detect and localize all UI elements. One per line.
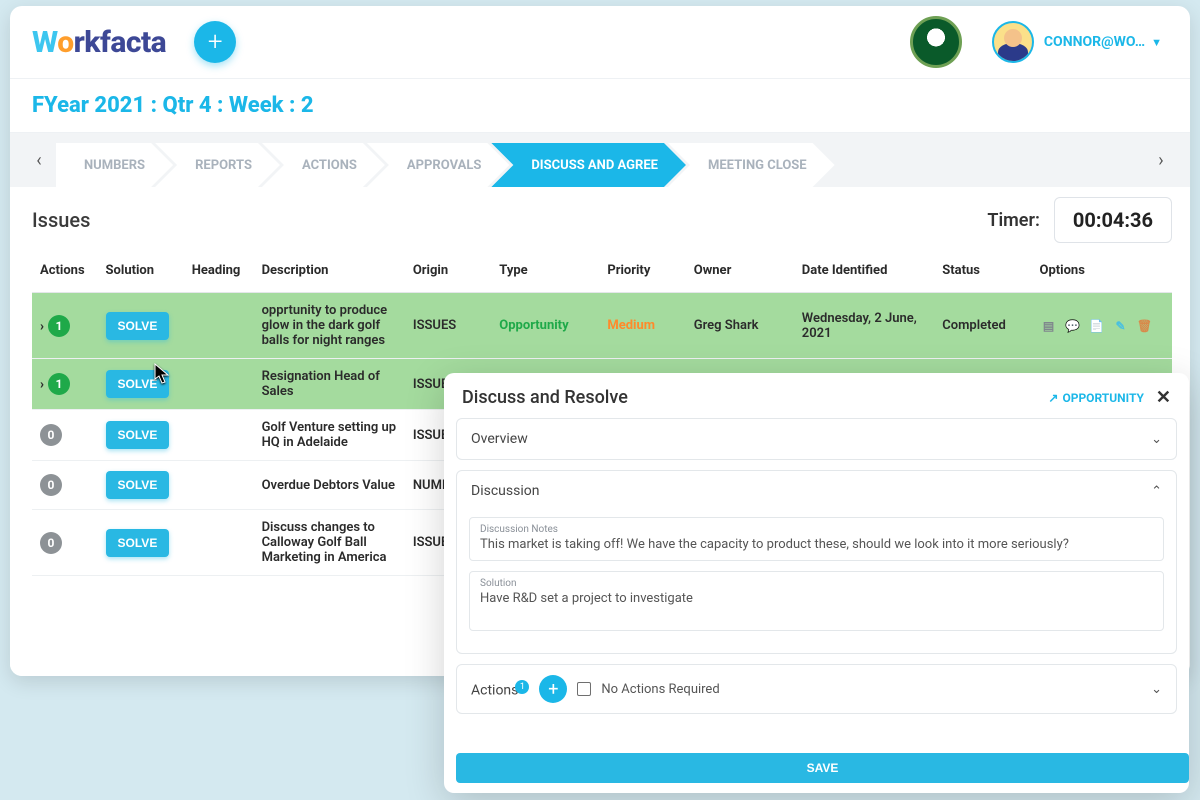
tab-discuss-and-agree[interactable]: DISCUSS AND AGREE — [491, 143, 686, 187]
panel-type-link[interactable]: ↗OPPORTUNITY — [1048, 391, 1144, 405]
close-icon[interactable]: ✕ — [1156, 387, 1171, 408]
owner-cell: Greg Shark — [686, 293, 794, 359]
organization-badge-icon[interactable] — [910, 16, 962, 68]
description-cell: opprtunity to produce glow in the dark g… — [254, 293, 405, 359]
add-button[interactable]: + — [194, 21, 236, 63]
solution-value: Have R&D set a project to investigate — [480, 589, 1153, 606]
save-button[interactable]: SAVE — [456, 753, 1189, 783]
tab-approvals[interactable]: APPROVALS — [367, 143, 509, 187]
solve-button[interactable]: SOLVE — [106, 471, 170, 499]
caret-down-icon[interactable]: ▼ — [1151, 36, 1162, 49]
col-description: Description — [254, 251, 405, 293]
discussion-toggle[interactable]: Discussion ⌃ — [457, 471, 1176, 511]
section-title: Issues — [32, 208, 90, 232]
action-count-badge: 1 — [48, 373, 70, 395]
notes-value: This market is taking off! We have the c… — [480, 535, 1153, 552]
header-bar: Workfacta + CONNOR@WO… ▼ — [10, 6, 1190, 79]
chat-icon[interactable]: ▤ — [1039, 317, 1057, 335]
no-actions-checkbox[interactable] — [577, 682, 591, 696]
notes-label: Discussion Notes — [480, 524, 1153, 535]
status-cell: Completed — [934, 293, 1031, 359]
col-solution: Solution — [98, 251, 184, 293]
heading-cell — [184, 359, 254, 410]
overview-accordion[interactable]: Overview ⌄ — [456, 418, 1177, 460]
description-cell: Overdue Debtors Value — [254, 461, 405, 510]
chevron-up-icon: ⌃ — [1151, 484, 1162, 499]
type-cell: Opportunity — [491, 293, 599, 359]
user-avatar[interactable] — [992, 21, 1034, 63]
action-count-badge: 0 — [40, 424, 62, 446]
col-actions: Actions — [32, 251, 98, 293]
add-action-button[interactable]: + — [539, 675, 567, 703]
actions-count-badge: 1 — [515, 680, 529, 694]
discussion-notes-field[interactable]: Discussion Notes This market is taking o… — [469, 517, 1164, 561]
user-menu[interactable]: CONNOR@WO… — [1044, 34, 1145, 50]
action-count-badge: 0 — [40, 532, 62, 554]
period-text: FYear 2021 : Qtr 4 : Week : 2 — [32, 93, 314, 118]
tab-meeting-close[interactable]: MEETING CLOSE — [668, 143, 835, 187]
tab-numbers[interactable]: NUMBERS — [56, 143, 173, 187]
tab-strip: ‹ NUMBERSREPORTSACTIONSAPPROVALSDISCUSS … — [10, 133, 1190, 187]
expand-icon[interactable]: › — [40, 377, 44, 392]
timer-value: 00:04:36 — [1054, 197, 1172, 243]
action-count-badge: 0 — [40, 474, 62, 496]
app-logo: Workfacta — [32, 25, 166, 60]
col-priority: Priority — [599, 251, 685, 293]
solve-button[interactable]: SOLVE — [106, 421, 170, 449]
date-cell: Wednesday, 2 June, 2021 — [794, 293, 934, 359]
heading-cell — [184, 510, 254, 576]
chevron-down-icon: ⌄ — [1151, 682, 1162, 697]
delete-icon[interactable]: 🗑 — [1135, 317, 1153, 335]
table-row: › 1 SOLVE opprtunity to produce glow in the… — [32, 293, 1172, 359]
note-icon[interactable]: 📄 — [1087, 317, 1105, 335]
solve-button[interactable]: SOLVE — [106, 529, 170, 557]
meeting-timer: Timer: 00:04:36 — [987, 197, 1172, 243]
col-status: Status — [934, 251, 1031, 293]
timer-label: Timer: — [987, 210, 1039, 231]
tab-reports[interactable]: REPORTS — [155, 143, 280, 187]
col-origin: Origin — [405, 251, 491, 293]
no-actions-label: No Actions Required — [601, 682, 719, 697]
col-options: Options — [1031, 251, 1172, 293]
col-owner: Owner — [686, 251, 794, 293]
external-link-icon: ↗ — [1048, 391, 1058, 405]
description-cell: Resignation Head of Sales — [254, 359, 405, 410]
solve-button[interactable]: SOLVE — [106, 370, 170, 398]
actions-accordion[interactable]: Actions1 + No Actions Required ⌄ — [456, 664, 1177, 714]
heading-cell — [184, 461, 254, 510]
description-cell: Golf Venture setting up HQ in Adelaide — [254, 410, 405, 461]
actions-label: Actions1 — [471, 680, 529, 699]
col-type: Type — [491, 251, 599, 293]
heading-cell — [184, 293, 254, 359]
tabs-prev-icon[interactable]: ‹ — [22, 150, 56, 181]
tab-actions[interactable]: ACTIONS — [262, 143, 385, 187]
discuss-resolve-panel: Discuss and Resolve ↗OPPORTUNITY ✕ Overv… — [444, 373, 1189, 793]
heading-cell — [184, 410, 254, 461]
chevron-down-icon: ⌄ — [1151, 432, 1162, 447]
col-heading: Heading — [184, 251, 254, 293]
solve-button[interactable]: SOLVE — [106, 312, 170, 340]
expand-icon[interactable]: › — [40, 319, 44, 334]
overview-label: Overview — [471, 431, 528, 447]
description-cell: Discuss changes to Calloway Golf Ball Ma… — [254, 510, 405, 576]
edit-icon[interactable]: ✎ — [1111, 317, 1129, 335]
action-count-badge: 1 — [48, 315, 70, 337]
solution-label: Solution — [480, 578, 1153, 589]
panel-title: Discuss and Resolve — [462, 387, 628, 408]
solution-field[interactable]: Solution Have R&D set a project to inves… — [469, 571, 1164, 631]
period-breadcrumb: FYear 2021 : Qtr 4 : Week : 2 — [10, 79, 1190, 133]
comment-icon[interactable]: 💬 — [1063, 317, 1081, 335]
col-date-identified: Date Identified — [794, 251, 934, 293]
tabs-next-icon[interactable]: › — [1144, 150, 1178, 181]
discussion-accordion: Discussion ⌃ Discussion Notes This marke… — [456, 470, 1177, 654]
origin-cell: ISSUES — [405, 293, 491, 359]
options-cell: ▤ 💬 📄 ✎ 🗑 — [1031, 293, 1172, 359]
discussion-label: Discussion — [471, 483, 539, 499]
priority-cell: Medium — [599, 293, 685, 359]
